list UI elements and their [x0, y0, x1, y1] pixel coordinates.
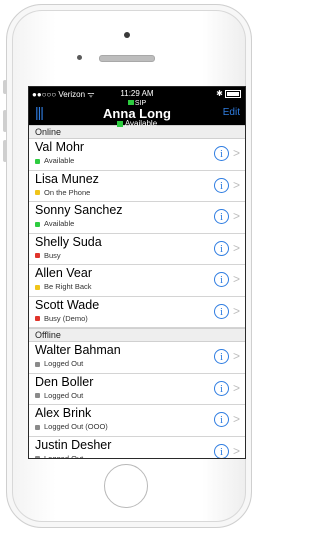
contact-row[interactable]: Alex Brink Logged Out (OOO) i > [29, 405, 245, 437]
info-icon[interactable]: i [214, 146, 229, 161]
contact-row[interactable]: Den Boller Logged Out i > [29, 374, 245, 405]
front-camera [124, 32, 130, 38]
clock: 11:29 AM [120, 89, 154, 98]
contact-name: Val Mohr [35, 140, 85, 154]
status-right: ✱ [216, 89, 241, 98]
info-icon[interactable]: i [214, 380, 229, 396]
available-status-icon [116, 120, 123, 127]
presence-icon [35, 424, 40, 430]
contact-status: Available [35, 219, 74, 228]
chevron-right-icon[interactable]: > [233, 381, 240, 396]
chevron-right-icon[interactable]: > [233, 272, 240, 287]
contact-name: Walter Bahman [35, 343, 121, 357]
presence-icon [35, 361, 40, 367]
online-contact-list: Val Mohr Available i > Lisa Munez On the Phon… [29, 139, 245, 328]
info-icon[interactable]: i [214, 209, 229, 224]
screen: ●●○○○ Verizon ᯤ 11:29 AM ✱ ||| SIP Anna … [28, 86, 246, 459]
sip-status-icon [127, 100, 134, 105]
user-status[interactable]: Available [29, 119, 245, 128]
contact-status-label: Busy (Demo) [44, 313, 88, 323]
contact-status: Busy [35, 251, 61, 260]
edit-button[interactable]: Edit [223, 107, 240, 118]
volume-down-button [3, 140, 7, 162]
info-icon[interactable]: i [214, 240, 229, 256]
chevron-right-icon[interactable]: > [233, 444, 240, 459]
user-name[interactable]: Anna Long [29, 107, 245, 120]
contact-status: Logged Out [35, 359, 83, 368]
contact-row[interactable]: Lisa Munez On the Phone i > [29, 171, 245, 202]
chevron-right-icon[interactable]: > [233, 209, 240, 224]
presence-icon [35, 190, 40, 196]
contact-status: Available [35, 156, 74, 165]
bluetooth-icon: ✱ [216, 89, 223, 98]
chevron-right-icon[interactable]: > [233, 178, 240, 193]
info-icon[interactable]: i [214, 303, 229, 319]
contact-status-label: On the Phone [44, 187, 91, 197]
status-bar: ●●○○○ Verizon ᯤ 11:29 AM ✱ [29, 87, 245, 101]
chevron-right-icon[interactable]: > [233, 146, 240, 161]
presence-icon [35, 253, 40, 259]
presence-icon [35, 393, 40, 399]
battery-icon [225, 89, 241, 98]
contact-status-label: Logged Out [44, 453, 84, 459]
contact-status-label: Be Right Back [44, 282, 92, 291]
contact-status: On the Phone [35, 188, 90, 197]
presence-icon [35, 158, 40, 164]
chevron-right-icon[interactable]: > [233, 349, 240, 364]
nav-header: SIP Anna Long Available [29, 100, 245, 128]
info-icon[interactable]: i [214, 177, 229, 193]
info-icon[interactable]: i [214, 349, 229, 364]
contact-row[interactable]: Sonny Sanchez Available i > [29, 202, 245, 234]
chevron-right-icon[interactable]: > [233, 412, 240, 427]
contact-name: Scott Wade [35, 297, 100, 312]
volume-up-button [3, 110, 7, 132]
contact-row[interactable]: Walter Bahman Logged Out i > [29, 342, 245, 374]
contact-name: Allen Vear [35, 266, 92, 280]
proximity-sensor [77, 55, 82, 60]
contact-status: Logged Out (OOO) [35, 422, 108, 431]
contact-name: Alex Brink [35, 406, 92, 420]
presence-icon [35, 456, 40, 458]
contact-status: Be Right Back [35, 282, 92, 291]
nav-bar: ||| SIP Anna Long Available Edit [29, 100, 245, 128]
contact-row[interactable]: Allen Vear Be Right Back i > [29, 265, 245, 297]
contact-status-label: Available [44, 219, 75, 228]
presence-icon [35, 284, 40, 290]
presence-icon [35, 316, 40, 322]
contact-row[interactable]: Scott Wade Busy (Demo) i > [29, 297, 245, 328]
presence-icon [35, 221, 40, 227]
contact-name: Lisa Munez [35, 171, 99, 186]
info-icon[interactable]: i [214, 272, 229, 287]
contact-name: Justin Desher [35, 437, 112, 452]
mute-switch [3, 80, 7, 94]
info-icon[interactable]: i [214, 443, 229, 458]
contact-status-label: Busy [44, 250, 61, 260]
offline-contact-list: Walter Bahman Logged Out i > Den Boller Logge… [29, 342, 245, 459]
section-header-offline: Offline [29, 328, 245, 342]
contact-status: Logged Out [35, 453, 84, 459]
contact-row[interactable]: Val Mohr Available i > [29, 139, 245, 171]
home-button[interactable] [104, 464, 148, 508]
contact-status: Busy (Demo) [35, 314, 88, 323]
contact-status-label: Logged Out (OOO) [44, 422, 108, 431]
contact-status-label: Logged Out [44, 359, 84, 368]
contact-row[interactable]: Justin Desher Logged Out i > [29, 437, 245, 459]
contact-name: Den Boller [35, 374, 94, 389]
earpiece-speaker [99, 55, 155, 62]
info-icon[interactable]: i [214, 412, 229, 427]
contact-name: Sonny Sanchez [35, 203, 123, 217]
contact-status: Logged Out [35, 391, 83, 400]
chevron-right-icon[interactable]: > [233, 304, 240, 319]
contact-status-label: Available [44, 156, 75, 165]
contact-row[interactable]: Shelly Suda Busy i > [29, 234, 245, 265]
contact-status-label: Logged Out [44, 390, 84, 400]
chevron-right-icon[interactable]: > [233, 241, 240, 256]
contact-name: Shelly Suda [35, 234, 102, 249]
